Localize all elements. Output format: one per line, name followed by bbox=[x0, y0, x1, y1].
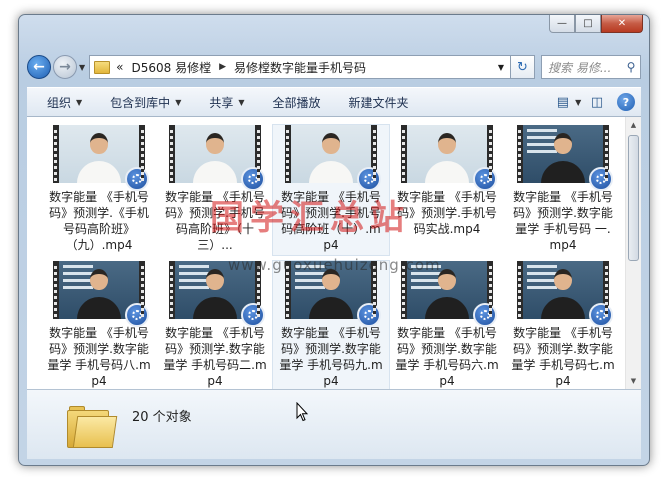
forward-button[interactable]: → bbox=[53, 55, 77, 79]
media-player-icon bbox=[357, 303, 381, 327]
video-thumbnail bbox=[401, 125, 497, 191]
address-bar[interactable]: « D5608 易修樘 ▶ 易修樘数字能量手机号码 ▼ bbox=[89, 55, 511, 79]
breadcrumb-item[interactable]: 易修樘数字能量手机号码 bbox=[234, 59, 366, 76]
share-menu[interactable]: 共享 ▼ bbox=[195, 94, 258, 111]
media-player-icon bbox=[125, 303, 149, 327]
video-thumbnail bbox=[285, 125, 381, 191]
video-thumbnail bbox=[517, 125, 613, 191]
back-arrow-icon: ← bbox=[33, 59, 45, 75]
organize-menu[interactable]: 组织 ▼ bbox=[33, 94, 96, 111]
file-name: 数字能量 《手机号码》预测学.数字能量学 手机号码 一.mp4 bbox=[513, 190, 613, 252]
media-player-icon bbox=[473, 303, 497, 327]
file-name: 数字能量 《手机号码》预测学.手机号码高阶班（十）.mp4 bbox=[281, 190, 381, 252]
video-thumbnail bbox=[53, 125, 149, 191]
include-in-library-menu[interactable]: 包含到库中 ▼ bbox=[96, 94, 195, 111]
file-grid: 数字能量 《手机号码》预测学.《手机号码高阶班》（九）.mp4 数字能量 《手机号… bbox=[41, 124, 621, 389]
file-item[interactable]: 数字能量 《手机号码》预测学.数字能量学 手机号码二.mp4 bbox=[157, 261, 273, 389]
file-name: 数字能量 《手机号码》预测学.手机号码实战.mp4 bbox=[397, 190, 497, 236]
command-bar: 组织 ▼ 包含到库中 ▼ 共享 ▼ 全部播放 新建文件夹 ▤ ▼ ◫ ? bbox=[27, 87, 641, 117]
file-name: 数字能量 《手机号码》预测学.数字能量学 手机号码九.mp4 bbox=[279, 326, 383, 388]
play-all-button[interactable]: 全部播放 bbox=[259, 94, 335, 111]
chevron-down-icon: ▼ bbox=[238, 97, 245, 107]
file-item[interactable]: 数字能量 《手机号码》预测学.数字能量学 手机号码九.mp4 bbox=[272, 260, 390, 389]
file-item[interactable]: 数字能量 《手机号码》预测学.数字能量学 手机号码六.mp4 bbox=[389, 261, 505, 389]
preview-pane-icon[interactable]: ◫ bbox=[583, 91, 611, 113]
chevron-down-icon: ▼ bbox=[76, 97, 83, 107]
file-name: 数字能量 《手机号码》预测学.《手机号码高阶班》（九）.mp4 bbox=[49, 190, 149, 252]
file-item[interactable]: 数字能量 《手机号码》预测学.手机号码高阶班》（十三）... bbox=[157, 125, 273, 255]
folder-large-icon bbox=[67, 406, 118, 448]
organize-label: 组织 bbox=[47, 95, 72, 110]
forward-arrow-icon: → bbox=[59, 59, 71, 75]
search-input[interactable]: 搜索 易修... ⚲ bbox=[541, 55, 641, 79]
folder-icon bbox=[94, 60, 111, 74]
video-thumbnail bbox=[285, 261, 381, 327]
media-player-icon bbox=[589, 303, 613, 327]
help-icon[interactable]: ? bbox=[617, 93, 635, 111]
include-in-library-label: 包含到库中 bbox=[110, 95, 171, 110]
caption-buttons: — □ ✕ bbox=[549, 15, 643, 33]
navigation-bar: ← → ▼ « D5608 易修樘 ▶ 易修樘数字能量手机号码 ▼ ↻ 搜索 易… bbox=[27, 53, 641, 81]
item-count: 20 个对象 bbox=[132, 410, 192, 425]
media-player-icon bbox=[589, 167, 613, 191]
scroll-down-icon[interactable]: ▼ bbox=[626, 373, 641, 389]
search-placeholder: 搜索 易修... bbox=[548, 60, 612, 75]
refresh-button[interactable]: ↻ bbox=[511, 55, 535, 79]
video-thumbnail bbox=[169, 261, 265, 327]
media-player-icon bbox=[241, 167, 265, 191]
file-name: 数字能量 《手机号码》预测学.数字能量学 手机号码七.mp4 bbox=[511, 326, 615, 388]
video-thumbnail bbox=[517, 261, 613, 327]
recent-pages-dropdown[interactable]: ▼ bbox=[79, 63, 85, 72]
media-player-icon bbox=[473, 167, 497, 191]
file-list: 数字能量 《手机号码》预测学.《手机号码高阶班》（九）.mp4 数字能量 《手机号… bbox=[27, 117, 641, 389]
video-thumbnail bbox=[53, 261, 149, 327]
file-item[interactable]: 数字能量 《手机号码》预测学.手机号码实战.mp4 bbox=[389, 125, 505, 255]
scrollbar-thumb[interactable] bbox=[628, 135, 639, 261]
maximize-button[interactable]: □ bbox=[575, 15, 601, 33]
refresh-icon: ↻ bbox=[517, 59, 528, 75]
explorer-window: — □ ✕ ← → ▼ « D5608 易修樘 ▶ 易修樘数字能量手机号码 ▼ … bbox=[18, 14, 650, 466]
new-folder-button[interactable]: 新建文件夹 bbox=[335, 94, 423, 111]
video-thumbnail bbox=[401, 261, 497, 327]
scroll-up-icon[interactable]: ▲ bbox=[626, 117, 641, 133]
breadcrumb-arrow-icon[interactable]: ▶ bbox=[219, 62, 226, 72]
back-button[interactable]: ← bbox=[27, 55, 51, 79]
vertical-scrollbar[interactable]: ▲ ▼ bbox=[625, 117, 641, 389]
media-player-icon bbox=[357, 167, 381, 191]
breadcrumb-item[interactable]: D5608 易修樘 bbox=[132, 59, 212, 76]
file-name: 数字能量 《手机号码》预测学.手机号码高阶班》（十三）... bbox=[165, 190, 265, 252]
file-item[interactable]: 数字能量 《手机号码》预测学.数字能量学 手机号码七.mp4 bbox=[505, 261, 621, 389]
file-item[interactable]: 数字能量 《手机号码》预测学.数字能量学 手机号码八.mp4 bbox=[41, 261, 157, 389]
media-player-icon bbox=[125, 167, 149, 191]
close-button[interactable]: ✕ bbox=[601, 15, 643, 33]
file-name: 数字能量 《手机号码》预测学.数字能量学 手机号码六.mp4 bbox=[395, 326, 499, 388]
file-name: 数字能量 《手机号码》预测学.数字能量学 手机号码八.mp4 bbox=[47, 326, 151, 388]
file-item[interactable]: 数字能量 《手机号码》预测学.《手机号码高阶班》（九）.mp4 bbox=[41, 125, 157, 255]
search-icon[interactable]: ⚲ bbox=[622, 60, 640, 74]
view-options-icon[interactable]: ▤ ▼ bbox=[555, 91, 583, 113]
file-name: 数字能量 《手机号码》预测学.数字能量学 手机号码二.mp4 bbox=[163, 326, 267, 388]
address-overflow[interactable]: « bbox=[116, 60, 123, 74]
view-controls: ▤ ▼ ◫ ? bbox=[555, 91, 641, 113]
chevron-down-icon: ▼ bbox=[175, 97, 182, 107]
video-thumbnail bbox=[169, 125, 265, 191]
media-player-icon bbox=[241, 303, 265, 327]
address-dropdown-icon[interactable]: ▼ bbox=[492, 63, 510, 72]
file-item[interactable]: 数字能量 《手机号码》预测学.手机号码高阶班（十）.mp4 bbox=[272, 124, 390, 256]
details-pane: 20 个对象 bbox=[27, 389, 641, 459]
minimize-button[interactable]: — bbox=[549, 15, 575, 33]
file-item[interactable]: 数字能量 《手机号码》预测学.数字能量学 手机号码 一.mp4 bbox=[505, 125, 621, 255]
share-label: 共享 bbox=[209, 95, 234, 110]
